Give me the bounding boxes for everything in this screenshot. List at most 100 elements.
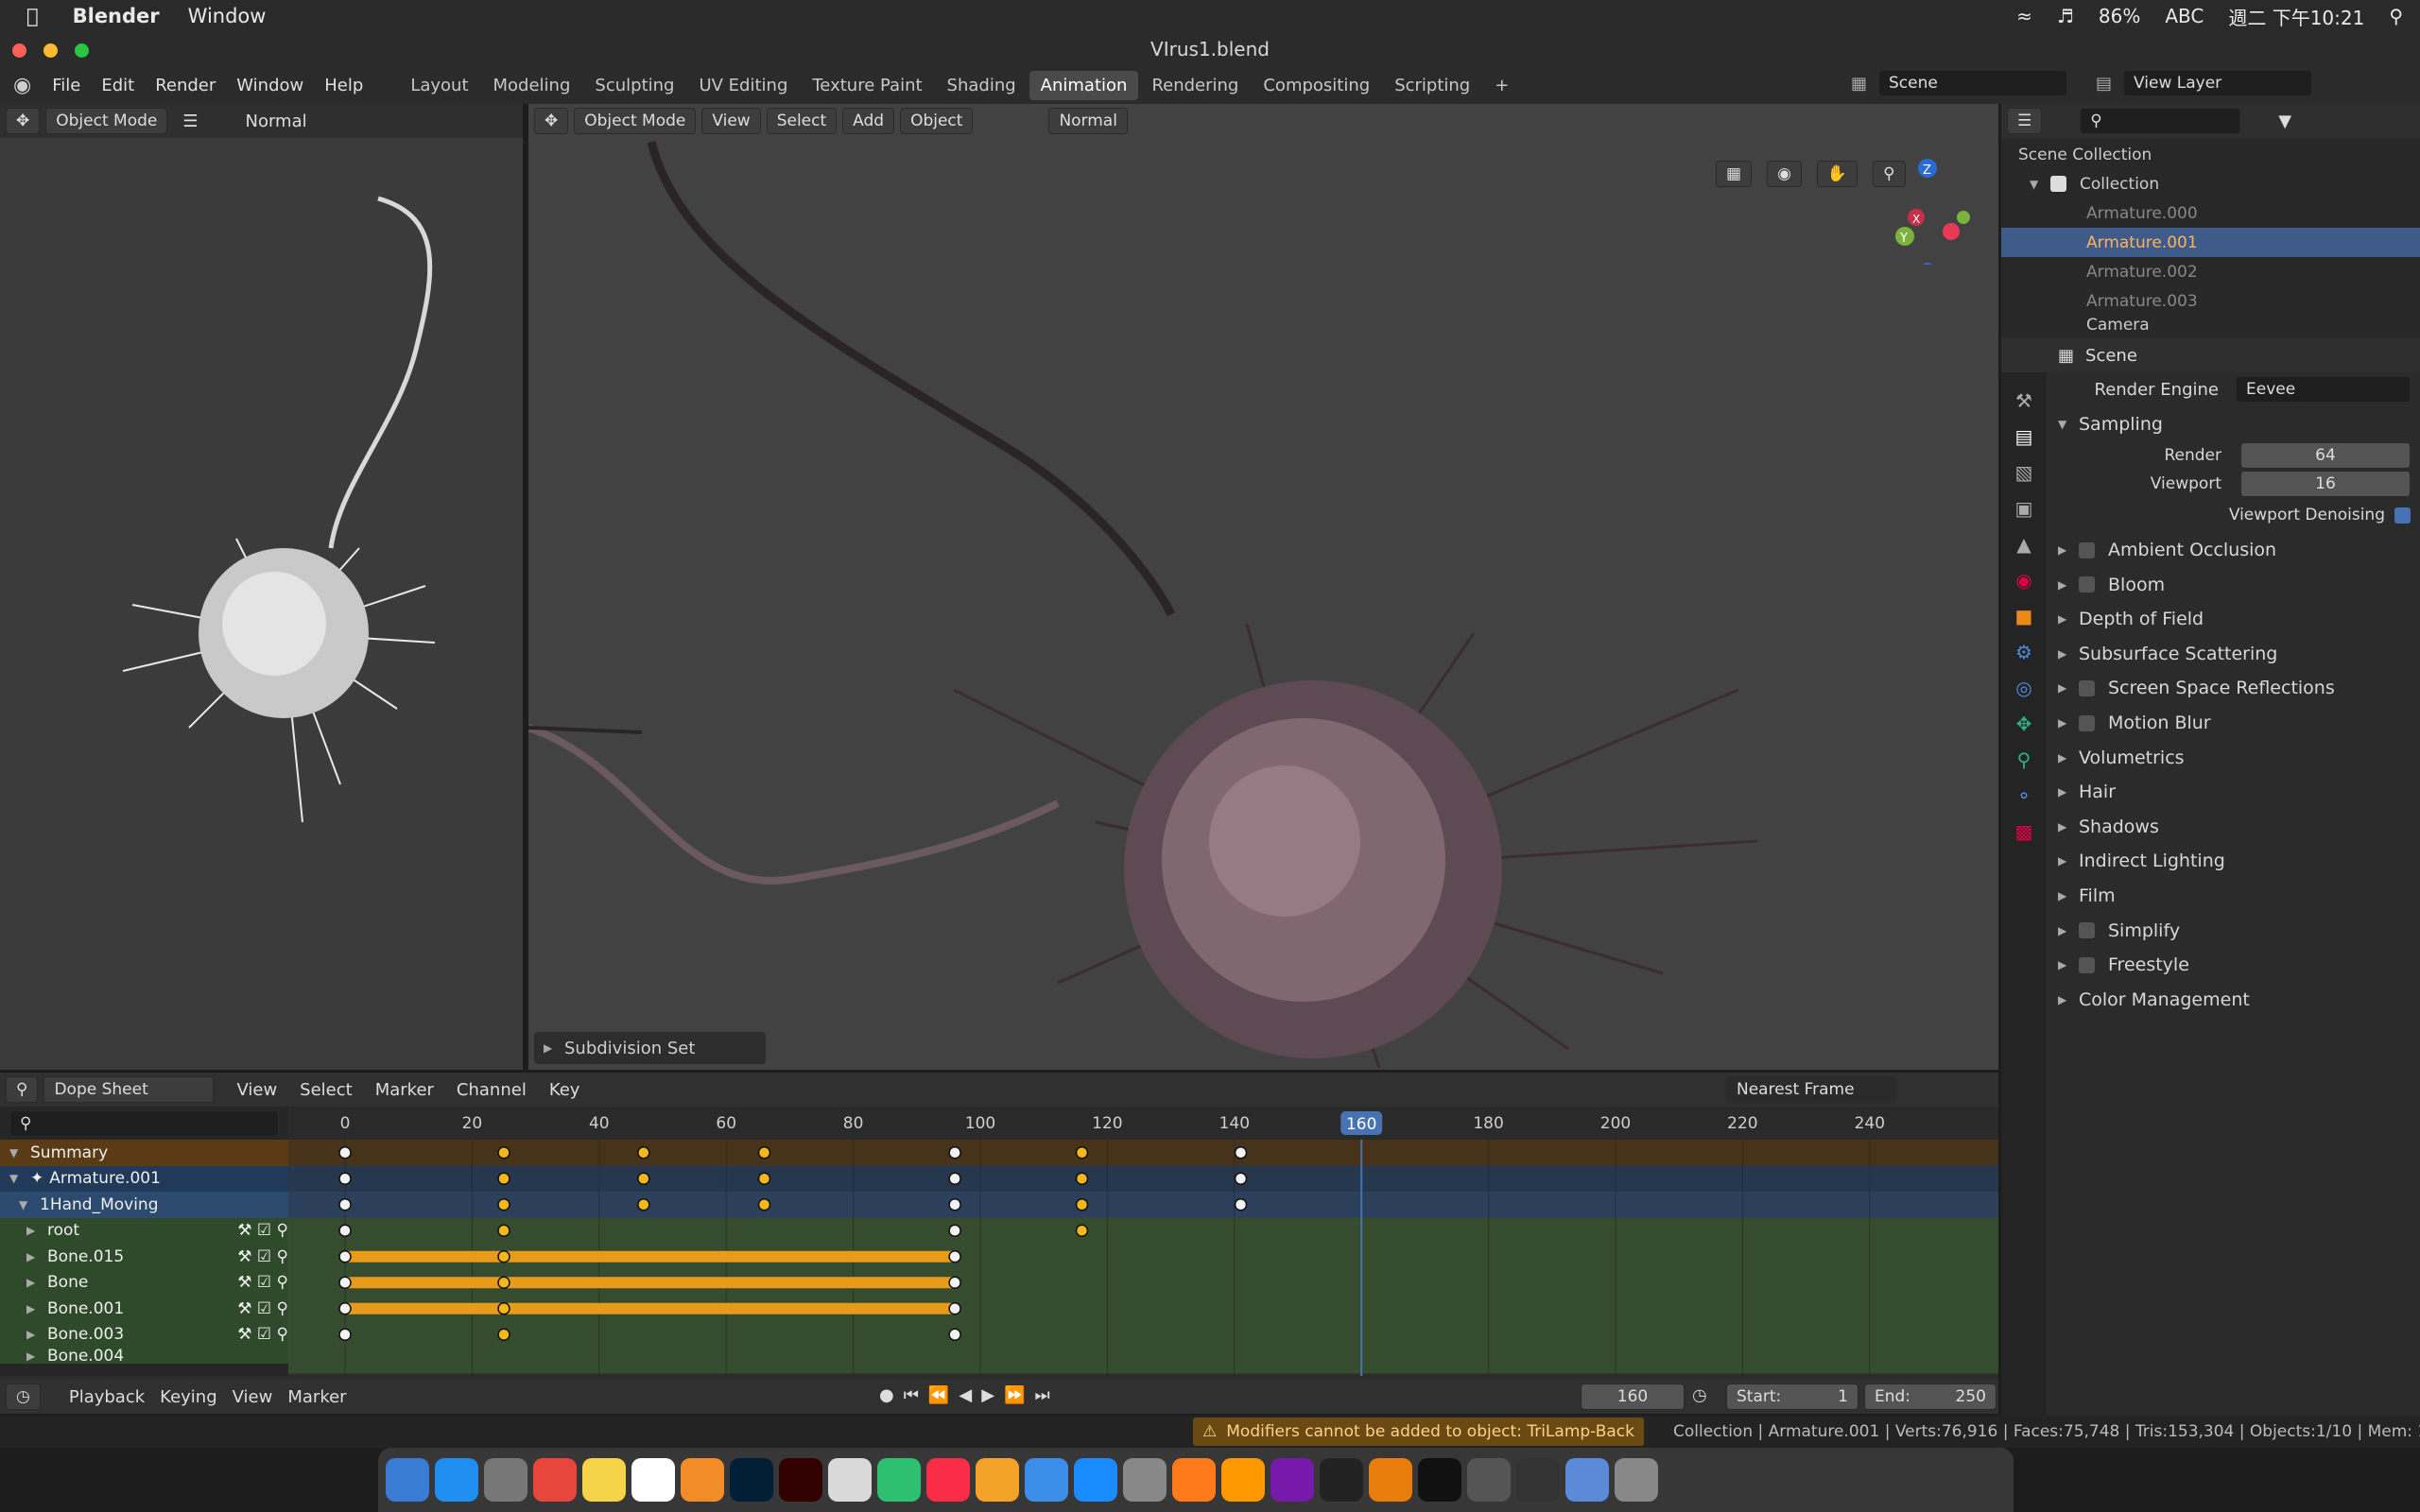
dock-finder-icon[interactable] xyxy=(386,1458,429,1502)
camera-view-icon[interactable]: ◉ xyxy=(1767,161,1802,187)
render-tab-icon[interactable]: ▤ xyxy=(2015,425,2033,448)
panel-enable-checkbox[interactable] xyxy=(2079,576,2095,593)
next-keyframe-icon[interactable]: ⏩ xyxy=(1004,1385,1025,1405)
render-engine-dropdown[interactable]: Eevee xyxy=(2236,376,2411,404)
apple-icon[interactable]:  xyxy=(26,5,39,27)
wrench-icon[interactable]: ⚒ ☑ ⚲ xyxy=(237,1247,288,1266)
outliner-item[interactable]: Armature.002 xyxy=(2001,257,2420,286)
tab-modeling[interactable]: Modeling xyxy=(482,71,582,100)
dock-preview-icon[interactable] xyxy=(1565,1458,1609,1502)
render-panel-freestyle[interactable]: ▶ Freestyle xyxy=(2058,948,2411,983)
channel-bone[interactable]: ▶ root ⚒ ☑ ⚲ xyxy=(0,1217,288,1244)
dock-chrome-icon[interactable] xyxy=(533,1458,577,1502)
prev-keyframe-icon[interactable]: ⏪ xyxy=(928,1385,949,1405)
volume-icon[interactable]: ♬ xyxy=(2057,5,2074,27)
object-tab-icon[interactable]: ■ xyxy=(2015,605,2033,627)
dock-calendar-icon[interactable] xyxy=(631,1458,675,1502)
close-window-button[interactable] xyxy=(12,43,26,58)
dock-terminal-icon[interactable] xyxy=(1418,1458,1461,1502)
dope-menu-key[interactable]: Key xyxy=(549,1080,580,1100)
dope-menu-marker[interactable]: Marker xyxy=(375,1080,434,1100)
modifier-tab-icon[interactable]: ⚙ xyxy=(2015,641,2032,663)
menu-file[interactable]: File xyxy=(52,76,80,95)
dope-menu-select[interactable]: Select xyxy=(300,1080,353,1100)
panel-enable-checkbox[interactable] xyxy=(2079,956,2095,973)
data-tab-icon[interactable]: ⚬ xyxy=(2016,784,2032,807)
wrench-icon[interactable]: ⚒ ☑ ⚲ xyxy=(237,1273,288,1292)
dock-ps-icon[interactable] xyxy=(730,1458,773,1502)
render-samples-field[interactable]: 64 xyxy=(2240,442,2411,470)
current-frame-field[interactable]: 160 xyxy=(1581,1383,1685,1410)
timeline-marker-menu[interactable]: Marker xyxy=(287,1387,346,1407)
dock-sublime-icon[interactable] xyxy=(1221,1458,1265,1502)
wrench-icon[interactable]: ⚒ ☑ ⚲ xyxy=(237,1299,288,1318)
timeline-view-menu[interactable]: View xyxy=(233,1387,273,1407)
outliner[interactable]: ☰ ⚲ ▼ Scene Collection ▼ Collection Armat… xyxy=(2001,104,2420,338)
viewport-samples-field[interactable]: 16 xyxy=(2240,471,2411,498)
keyframe-area[interactable] xyxy=(288,1140,1998,1376)
menu-render[interactable]: Render xyxy=(155,76,216,95)
constraints-tab-icon[interactable]: ⚲ xyxy=(2017,748,2031,771)
dock-keynote-icon[interactable] xyxy=(1025,1458,1068,1502)
end-frame-field[interactable]: End: 250 xyxy=(1864,1383,1996,1410)
dope-editor-type-icon[interactable]: ⚲ xyxy=(6,1076,39,1103)
blender-logo-icon[interactable]: ◉ xyxy=(13,74,31,97)
left-mode-dropdown[interactable]: Object Mode xyxy=(45,108,168,134)
outliner-search-input[interactable]: ⚲ xyxy=(2080,108,2241,134)
dock-trash-icon[interactable] xyxy=(1615,1458,1658,1502)
zoom-window-button[interactable] xyxy=(75,43,89,58)
search-icon[interactable]: ⚲ xyxy=(2389,5,2403,27)
render-panel-film[interactable]: ▶ Film xyxy=(2058,879,2411,914)
outliner-collection[interactable]: ▼ Collection xyxy=(2001,169,2420,198)
start-frame-field[interactable]: Start: 1 xyxy=(1726,1383,1858,1410)
channel-bone[interactable]: ▶ Bone.001 ⚒ ☑ ⚲ xyxy=(0,1296,288,1322)
dope-menu-view[interactable]: View xyxy=(236,1080,277,1100)
dock-blender-icon[interactable] xyxy=(1369,1458,1412,1502)
dock-messages-icon[interactable] xyxy=(877,1458,921,1502)
tab-scripting[interactable]: Scripting xyxy=(1383,71,1481,100)
dock-launchpad-icon[interactable] xyxy=(484,1458,527,1502)
tab-texture-paint[interactable]: Texture Paint xyxy=(801,71,933,100)
dock-unity-icon[interactable] xyxy=(1320,1458,1363,1502)
left-shading-dropdown[interactable]: Normal xyxy=(245,112,306,131)
view-layer-selector[interactable]: View Layer xyxy=(2123,70,2313,96)
render-panel-subsurface-scattering[interactable]: ▶ Subsurface Scattering xyxy=(2058,637,2411,672)
channel-bone[interactable]: ▶ Bone.003 ⚒ ☑ ⚲ xyxy=(0,1321,288,1348)
dock-onenote-icon[interactable] xyxy=(1270,1458,1314,1502)
render-panel-indirect-lighting[interactable]: ▶ Indirect Lighting xyxy=(2058,844,2411,879)
render-panel-shadows[interactable]: ▶ Shadows xyxy=(2058,810,2411,845)
dock-ai-icon[interactable] xyxy=(779,1458,822,1502)
hamburger-icon[interactable]: ☰ xyxy=(182,112,198,131)
tab-shading[interactable]: Shading xyxy=(936,71,1028,100)
wrench-icon[interactable]: ⚒ ☑ ⚲ xyxy=(237,1221,288,1240)
dock-pages-icon[interactable] xyxy=(976,1458,1019,1502)
dock-firefox-icon[interactable] xyxy=(1172,1458,1216,1502)
left-viewport[interactable]: ✥ Object Mode ☰ Normal xyxy=(0,104,526,1070)
jump-end-icon[interactable]: ⏭ xyxy=(1034,1385,1049,1405)
properties-editor[interactable]: ▦ Scene Render Engine Eevee ▼ Sampling Re… xyxy=(2001,338,2420,1416)
dock-live-icon[interactable] xyxy=(1516,1458,1560,1502)
render-panel-simplify[interactable]: ▶ Simplify xyxy=(2058,913,2411,948)
outliner-item[interactable]: Armature.003 xyxy=(2001,286,2420,316)
render-panel-screen-space-reflections[interactable]: ▶ Screen Space Reflections xyxy=(2058,671,2411,706)
channel-bone[interactable]: ▶ Bone.004 xyxy=(0,1348,288,1364)
view-layer-icon[interactable]: ▤ xyxy=(2096,74,2112,94)
jump-start-icon[interactable]: ⏮ xyxy=(904,1385,919,1405)
stopwatch-icon[interactable]: ◷ xyxy=(1692,1385,1707,1405)
channel-bone[interactable]: ▶ Bone.015 ⚒ ☑ ⚲ xyxy=(0,1244,288,1270)
view-layer-tab-icon[interactable]: ▣ xyxy=(2015,497,2033,520)
sampling-panel-header[interactable]: ▼ Sampling xyxy=(2058,407,2411,442)
tab-animation[interactable]: Animation xyxy=(1028,70,1139,100)
panel-enable-checkbox[interactable] xyxy=(2079,541,2095,558)
tab-uv-editing[interactable]: UV Editing xyxy=(687,71,799,100)
minimize-window-button[interactable] xyxy=(43,43,58,58)
pan-hand-icon[interactable]: ✋ xyxy=(1816,161,1858,187)
frame-ruler[interactable]: 020406080100120140160180200220240160 xyxy=(288,1107,1998,1140)
channel-bone[interactable]: ▶ Bone ⚒ ☑ ⚲ xyxy=(0,1269,288,1296)
menu-edit[interactable]: Edit xyxy=(101,76,134,95)
viewport-denoising-checkbox[interactable] xyxy=(2394,507,2411,524)
dope-mode-dropdown[interactable]: Dope Sheet xyxy=(43,1076,215,1103)
render-panel-color-management[interactable]: ▶ Color Management xyxy=(2058,983,2411,1018)
channel-search-input[interactable]: ⚲ xyxy=(9,1109,279,1137)
clock[interactable]: 週二 下午10:21 xyxy=(2228,3,2364,30)
